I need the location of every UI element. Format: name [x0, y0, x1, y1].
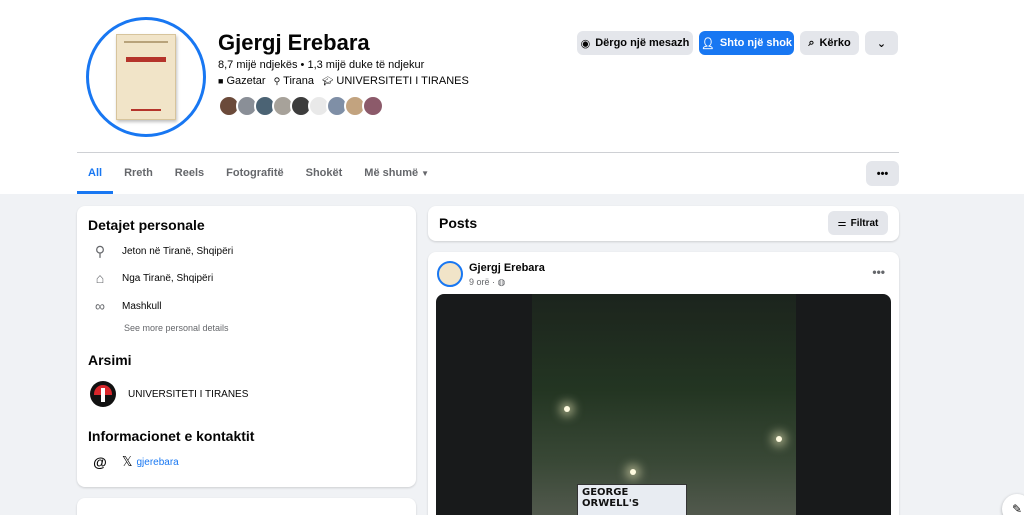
- search-icon: ⌕: [808, 36, 815, 49]
- school-label: UNIVERSITETI I TIRANES: [336, 75, 469, 87]
- tab-friends[interactable]: Shokët: [295, 160, 354, 194]
- tab-reels[interactable]: Reels: [164, 160, 215, 194]
- post-photo[interactable]: GEORGE ORWELL'S: [436, 294, 891, 515]
- protest-sign: GEORGE ORWELL'S: [577, 484, 687, 515]
- tab-more[interactable]: Më shumë ▼: [353, 160, 440, 194]
- see-more-details-link[interactable]: See more personal details: [124, 323, 229, 333]
- hometown-row: ⌂ Nga Tiranë, Shqipëri: [90, 270, 213, 286]
- tab-all[interactable]: All: [77, 160, 114, 194]
- profile-tabs: All Rreth Reels Fotografitë Shokët Më sh…: [77, 160, 440, 194]
- lives-in-text: Jeton në Tiranë, Shqipëri: [122, 246, 234, 257]
- graduation-cap-icon: 🎓︎: [321, 76, 334, 86]
- follower-stats[interactable]: 8,7 mijë ndjekës • 1,3 mijë duke të ndje…: [218, 59, 424, 71]
- education-title: Arsimi: [88, 352, 132, 368]
- hometown-text: Nga Tiranë, Shqipëri: [122, 272, 214, 284]
- tab-more-label: Më shumë: [364, 167, 419, 179]
- home-icon: ⌂: [95, 270, 105, 286]
- profile-name: Gjergj Erebara: [218, 30, 370, 55]
- posts-title: Posts: [439, 215, 478, 231]
- filters-button[interactable]: ⚌ Filtrat: [828, 211, 888, 235]
- tab-photos[interactable]: Fotografitë: [215, 160, 294, 194]
- night-protest-image: GEORGE ORWELL'S: [532, 294, 796, 515]
- post-author-avatar[interactable]: [437, 261, 463, 287]
- post-time-text: 9 orë: [469, 277, 490, 287]
- friends-card: [77, 498, 416, 515]
- post-author-name[interactable]: Gjergj Erebara: [469, 262, 545, 274]
- add-friend-label: Shto një shok: [719, 37, 793, 49]
- at-sign-icon: @: [93, 454, 107, 470]
- add-user-icon: 👤︎: [700, 37, 715, 50]
- job-label: Gazetar: [226, 75, 266, 87]
- contact-row: @ 𝕏 gjerebara: [90, 454, 179, 470]
- message-button-label: Dërgo një mesazh: [595, 37, 690, 49]
- post-options-icon[interactable]: •••: [872, 265, 885, 279]
- briefcase-icon: ■: [218, 76, 224, 86]
- chat-edge-icon[interactable]: ✎: [1002, 494, 1024, 515]
- filters-label: Filtrat: [850, 217, 879, 229]
- location-pin-icon: ⚲: [273, 76, 281, 86]
- personal-details-title: Detajet personale: [88, 217, 205, 233]
- more-options-button[interactable]: ⌄: [865, 31, 898, 55]
- post-timestamp[interactable]: 9 orë · ◍: [469, 277, 505, 288]
- ellipsis-icon: •••: [876, 167, 889, 180]
- search-button[interactable]: ⌕ Kërko: [800, 31, 859, 55]
- message-button[interactable]: ◉ Dërgo një mesazh: [577, 31, 693, 55]
- x-logo-icon: 𝕏: [122, 454, 133, 469]
- education-text[interactable]: UNIVERSITETI I TIRANES: [128, 389, 248, 400]
- tab-about[interactable]: Rreth: [113, 160, 164, 194]
- add-friend-button[interactable]: 👤︎ Shto një shok: [699, 31, 794, 55]
- location-label: Tirana: [283, 75, 314, 87]
- profile-avatar[interactable]: [86, 17, 206, 137]
- contact-info-title: Informacionet e kontaktit: [88, 428, 255, 444]
- tabs-overflow-button[interactable]: •••: [866, 161, 899, 186]
- profile-header: Gjergj Erebara 8,7 mijë ndjekës • 1,3 mi…: [0, 0, 1024, 194]
- education-row: UNIVERSITETI I TIRANES: [90, 381, 248, 407]
- lives-in-row: ⚲ Jeton në Tiranë, Shqipëri: [90, 243, 233, 260]
- header-divider: [77, 152, 899, 153]
- university-logo[interactable]: [90, 381, 116, 407]
- sliders-icon: ⚌: [837, 217, 847, 229]
- caret-down-icon: ▼: [421, 169, 430, 178]
- messenger-icon: ◉: [580, 37, 591, 50]
- gender-rings-icon: ∞: [95, 298, 105, 314]
- posts-header-card: Posts ⚌ Filtrat: [428, 206, 899, 241]
- profile-meta: ■ Gazetar ⚲ Tirana 🎓︎ UNIVERSITETI I TIRANE…: [218, 75, 469, 87]
- post-card: Gjergj Erebara 9 orë · ◍ ••• GEORGE ORWE…: [428, 252, 899, 515]
- gender-row: ∞ Mashkull: [90, 298, 161, 314]
- intro-card: Detajet personale ⚲ Jeton në Tiranë, Shq…: [77, 206, 416, 487]
- chevron-down-icon: ⌄: [876, 37, 887, 50]
- globe-icon: ◍: [497, 277, 506, 287]
- x-handle-link[interactable]: gjerebara: [136, 457, 178, 468]
- friend-avatar[interactable]: [362, 95, 384, 117]
- mutual-friends-avatars[interactable]: [218, 95, 384, 117]
- search-label: Kërko: [819, 37, 851, 49]
- location-pin-icon: ⚲: [94, 243, 106, 259]
- book-cover-image: [116, 34, 176, 120]
- gender-text: Mashkull: [122, 300, 162, 312]
